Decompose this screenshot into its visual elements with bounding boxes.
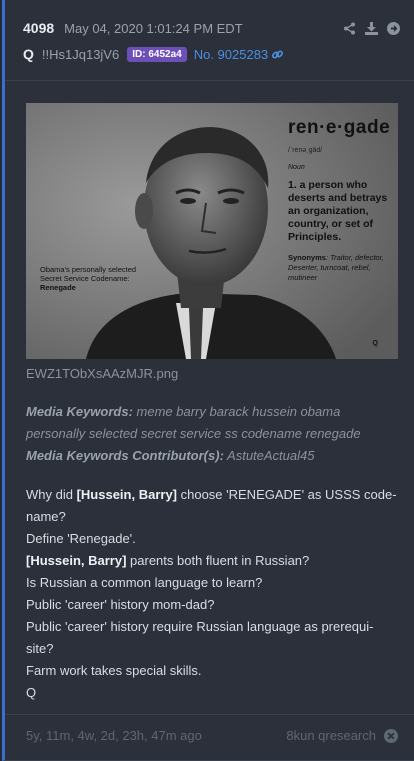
- body-line: Public 'career' history require Russian …: [26, 619, 374, 656]
- tripcode: !!Hs1Jq13jV6: [41, 46, 120, 62]
- image-def-line: deserts and betrays: [288, 192, 388, 204]
- post-body: Why did [Hussein, Barry] choose 'RENEGAD…: [26, 484, 398, 704]
- id-badge[interactable]: ID: 6452a4: [127, 46, 187, 62]
- body-line: Farm work takes special skills.: [26, 663, 202, 678]
- image-pronunciation: /ˈrenəˌgād/: [288, 147, 323, 154]
- image-caption-line: Secret Service Codename:: [40, 274, 130, 283]
- image-def-line: country, or set of: [288, 218, 373, 230]
- author-name: Q: [23, 46, 34, 62]
- media-keywords: Media Keywords: meme barry barack hussei…: [26, 401, 398, 467]
- body-line: Why did [Hussein, Barry] choose 'RENEGAD…: [26, 487, 397, 524]
- image-definition: ren·e·gade /ˈrenəˌgād/ Noun 1. a person …: [288, 117, 396, 283]
- header-actions: [343, 21, 400, 35]
- body-line: Public 'career' history mom-dad?: [26, 597, 215, 612]
- image-word: ren·e·gade: [288, 117, 391, 138]
- image-syn-line: : Traitor, defector,: [325, 253, 384, 262]
- image-def: 1. a person who deserts and betrays an o…: [288, 179, 396, 244]
- body-line: [Hussein, Barry] parents both fluent in …: [26, 553, 310, 568]
- post-age: 5y, 11m, 4w, 2d, 23h, 47m ago: [26, 728, 202, 743]
- image-def-line: an organization,: [288, 205, 369, 217]
- image-syn-line: Deserter, turncoat, rebel,: [288, 263, 371, 272]
- share-icon[interactable]: [343, 22, 356, 35]
- post-number-link[interactable]: No. 9025283: [194, 47, 268, 62]
- image-syn-line: mutineer: [288, 273, 318, 282]
- image-caption: Obama's personally selected Secret Servi…: [40, 265, 160, 292]
- close-icon[interactable]: [384, 728, 398, 743]
- image-synonyms: Synonyms: Traitor, defector, Deserter, t…: [288, 253, 396, 283]
- image-def-line: Principles.: [288, 231, 342, 243]
- post-source[interactable]: 8kun qresearch: [286, 728, 376, 743]
- image-filename[interactable]: EWZ1TObXsAAzMJR.png: [26, 366, 178, 381]
- image-pos: Noun: [288, 164, 305, 171]
- image-syn-label: Synonyms: [288, 253, 326, 262]
- post-card: 4098 May 04, 2020 1:01:24 PM EDT Q !!Hs1…: [2, 0, 414, 761]
- body-bold: [Hussein, Barry]: [76, 487, 177, 502]
- image-corner-mark: Q: [372, 340, 378, 347]
- post-number[interactable]: 4098: [23, 20, 54, 36]
- post-image[interactable]: ren·e·gade /ˈrenəˌgād/ Noun 1. a person …: [26, 103, 398, 359]
- media-contributor-label: Media Keywords Contributor(s):: [26, 448, 224, 463]
- header-divider: [5, 80, 414, 81]
- footer-divider: [5, 714, 414, 715]
- post-footer: 5y, 11m, 4w, 2d, 23h, 47m ago 8kun qrese…: [26, 728, 398, 743]
- image-caption-bold: Renegade: [40, 283, 76, 292]
- media-contributor-value: AstuteActual45: [223, 448, 315, 463]
- image-caption-line: Obama's personally selected: [40, 265, 137, 274]
- download-icon[interactable]: [365, 21, 378, 35]
- body-line: Is Russian a common language to learn?: [26, 575, 263, 590]
- post-header: 4098 May 04, 2020 1:01:24 PM EDT Q !!Hs1…: [23, 18, 400, 68]
- media-keywords-label: Media Keywords:: [26, 404, 133, 419]
- body-line: Define 'Renegade'.: [26, 531, 136, 546]
- post-date: May 04, 2020 1:01:24 PM EDT: [64, 20, 243, 36]
- body-bold: [Hussein, Barry]: [26, 553, 127, 568]
- body-line: Q: [26, 685, 37, 700]
- link-icon[interactable]: [271, 48, 284, 61]
- arrow-right-icon[interactable]: [387, 21, 400, 35]
- image-def-line: 1. a person who: [288, 179, 368, 191]
